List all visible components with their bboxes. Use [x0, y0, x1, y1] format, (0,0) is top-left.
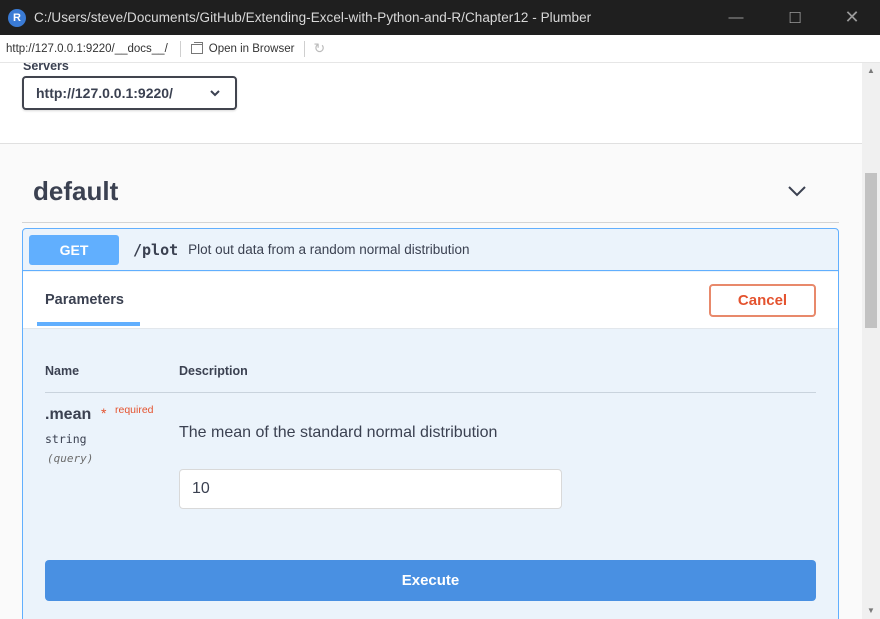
- address-bar: http://127.0.0.1:9220/__docs__/ Open in …: [0, 35, 880, 63]
- window-title: C:/Users/steve/Documents/GitHub/Extendin…: [34, 10, 592, 25]
- scroll-down-arrow-icon[interactable]: ▼: [862, 603, 880, 619]
- operation-path: /plot: [133, 240, 179, 259]
- operation-summary[interactable]: GET /plot Plot out data from a random no…: [23, 229, 838, 271]
- operation-block: GET /plot Plot out data from a random no…: [22, 228, 839, 619]
- refresh-icon[interactable]: ↻: [313, 40, 325, 57]
- scrollbar-thumb[interactable]: [865, 173, 877, 328]
- column-header-description: Description: [179, 364, 248, 378]
- swagger-content: Servers http://127.0.0.1:9220/ default G…: [0, 63, 862, 619]
- param-description: The mean of the standard normal distribu…: [179, 424, 498, 441]
- minimize-button[interactable]: —: [706, 0, 766, 35]
- toolbar-separator: [304, 40, 306, 57]
- execute-button[interactable]: Execute: [45, 560, 816, 601]
- parameters-header: Parameters Cancel: [23, 272, 838, 329]
- param-location: (query): [47, 452, 94, 465]
- chevron-down-icon: [210, 90, 220, 97]
- param-type: string: [45, 432, 87, 446]
- required-label: required: [115, 404, 154, 416]
- cancel-button[interactable]: Cancel: [709, 284, 816, 317]
- open-in-browser-button[interactable]: Open in Browser: [190, 41, 295, 55]
- url-text[interactable]: http://127.0.0.1:9220/__docs__/: [6, 43, 168, 55]
- table-header-divider: [45, 392, 816, 393]
- tag-title[interactable]: default: [33, 176, 118, 207]
- column-header-name: Name: [45, 364, 80, 378]
- method-badge: GET: [29, 234, 119, 265]
- param-name: .mean: [45, 406, 92, 423]
- server-select-value: http://127.0.0.1:9220/: [36, 85, 173, 101]
- window-title-bar: R C:/Users/steve/Documents/GitHub/Extend…: [0, 0, 880, 35]
- required-star: *: [101, 405, 107, 421]
- chevron-down-icon[interactable]: [785, 179, 809, 203]
- tab-active-indicator: [37, 322, 140, 326]
- r-app-icon: R: [8, 8, 26, 27]
- open-external-icon: [190, 41, 203, 54]
- tag-divider: [22, 222, 839, 223]
- open-in-browser-label: Open in Browser: [208, 42, 295, 55]
- scroll-up-arrow-icon[interactable]: ▲: [862, 63, 880, 79]
- maximize-button[interactable]: ☐: [765, 0, 825, 35]
- toolbar-separator: [179, 40, 181, 57]
- server-select[interactable]: http://127.0.0.1:9220/: [22, 76, 237, 110]
- close-button[interactable]: ✕: [822, 0, 880, 35]
- servers-label: Servers: [23, 63, 69, 73]
- operation-summary-text: Plot out data from a random normal distr…: [188, 242, 470, 257]
- vertical-scrollbar[interactable]: ▲ ▼: [862, 63, 880, 619]
- tab-parameters[interactable]: Parameters: [45, 292, 124, 308]
- mean-input[interactable]: [179, 469, 562, 509]
